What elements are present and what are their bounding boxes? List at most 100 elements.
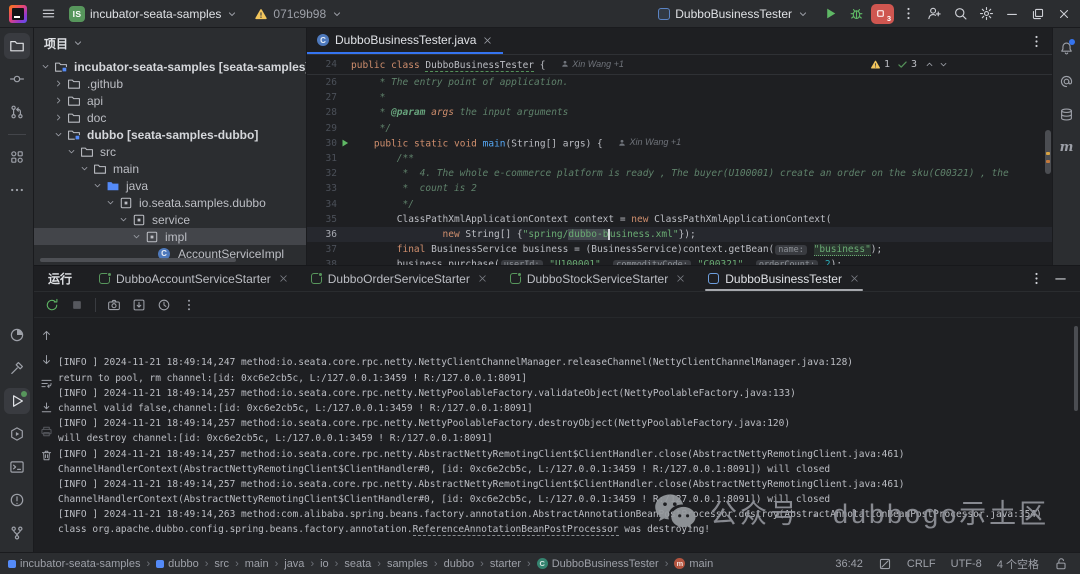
tree-item-dubbo-seata-samples-dubbo[interactable]: dubbo [seata-samples-dubbo] — [34, 126, 306, 143]
warning-mark[interactable] — [1046, 152, 1050, 155]
author-hint[interactable]: Xin Wang +1 — [551, 59, 624, 69]
line-separator[interactable]: CRLF — [907, 558, 936, 570]
run-tab-dubbostockservicestarter[interactable]: DubboStockServiceStarter — [499, 266, 697, 291]
tree-item-impl[interactable]: impl — [34, 228, 306, 245]
scroll-to-end-icon[interactable] — [37, 398, 55, 416]
running-processes-button[interactable]: 3 — [870, 2, 894, 26]
highlight-level-icon[interactable] — [878, 557, 892, 571]
ai-assistant-icon[interactable] — [1055, 69, 1079, 93]
debug-button[interactable] — [844, 2, 868, 26]
close-tab-icon[interactable] — [477, 273, 488, 284]
code-line-37[interactable]: 37 final BusinessService business = (Bus… — [307, 242, 1052, 257]
code-line-29[interactable]: 29 */ — [307, 121, 1052, 136]
run-button[interactable] — [818, 2, 842, 26]
run-tab-dubboorderservicestarter[interactable]: DubboOrderServiceStarter — [300, 266, 499, 291]
chevron-right-icon[interactable] — [53, 112, 67, 123]
next-occurrence-icon[interactable] — [37, 350, 55, 368]
chevron-down-icon[interactable] — [79, 163, 93, 174]
breadcrumb-main[interactable]: main — [245, 558, 269, 570]
run-panel-title[interactable]: 运行 — [48, 270, 72, 287]
search-icon[interactable] — [948, 2, 972, 26]
chevron-right-icon[interactable] — [53, 95, 67, 106]
breadcrumb-dubbo[interactable]: dubbo — [156, 558, 199, 570]
services-icon[interactable] — [4, 421, 30, 447]
print-icon[interactable] — [37, 422, 55, 440]
close-tab-icon[interactable] — [849, 273, 860, 284]
history-icon[interactable] — [153, 294, 175, 316]
modules-icon[interactable] — [4, 144, 30, 170]
caret-position[interactable]: 36:42 — [835, 558, 863, 570]
run-icon[interactable] — [4, 388, 30, 414]
close-button[interactable] — [1052, 2, 1076, 26]
problems-icon[interactable] — [4, 487, 30, 513]
inspections-widget[interactable]: 1 3 — [864, 55, 955, 74]
app-logo-icon[interactable] — [9, 5, 27, 23]
breadcrumb-starter[interactable]: starter — [490, 558, 521, 570]
tree-item-java[interactable]: java — [34, 177, 306, 194]
chevron-down-icon[interactable] — [118, 214, 132, 225]
settings-icon[interactable] — [974, 2, 998, 26]
code-line-33[interactable]: 33 * count is 2 — [307, 181, 1052, 196]
minimize-button[interactable] — [1000, 2, 1024, 26]
code-area[interactable]: 26 * The entry point of application.27 *… — [307, 75, 1052, 265]
profiler-icon[interactable] — [4, 322, 30, 348]
chevron-down-icon[interactable] — [131, 231, 145, 242]
chevron-down-icon[interactable] — [105, 197, 119, 208]
editor-options-icon[interactable] — [1024, 29, 1048, 53]
code-line-31[interactable]: 31 /** — [307, 151, 1052, 166]
code-line-26[interactable]: 26 * The entry point of application. — [307, 75, 1052, 90]
hide-panel-icon[interactable] — [1048, 267, 1072, 291]
indent-style[interactable]: 4 个空格 — [997, 556, 1039, 572]
tree-item-api[interactable]: api — [34, 92, 306, 109]
tree-item-main[interactable]: main — [34, 160, 306, 177]
breadcrumb-dubbo[interactable]: dubbo — [444, 558, 475, 570]
code-line-36[interactable]: 36 new String[] {"spring/dubbo-business.… — [307, 227, 1052, 242]
breadcrumb-dubbobusinesstester[interactable]: CDubboBusinessTester — [537, 558, 659, 570]
run-tab-dubbobusinesstester[interactable]: DubboBusinessTester — [697, 266, 871, 291]
main-menu-icon[interactable] — [36, 2, 60, 26]
breadcrumb-incubator-seata-samples[interactable]: incubator-seata-samples — [8, 558, 140, 570]
terminal-icon[interactable] — [4, 454, 30, 480]
attach-icon[interactable] — [128, 294, 150, 316]
project-widget[interactable]: IS incubator-seata-samples — [62, 2, 245, 26]
project-icon[interactable] — [4, 33, 30, 59]
chevron-down-icon[interactable] — [72, 37, 84, 49]
more-actions-icon[interactable] — [896, 2, 920, 26]
clear-all-icon[interactable] — [37, 446, 55, 464]
run-tab-dubboaccountservicestarter[interactable]: DubboAccountServiceStarter — [88, 266, 300, 291]
run-gutter-icon[interactable] — [340, 138, 350, 148]
tree-item-src[interactable]: src — [34, 143, 306, 160]
run-panel-options-icon[interactable] — [1024, 267, 1048, 291]
parameter-hint[interactable]: name: — [775, 245, 807, 255]
pull-requests-icon[interactable] — [4, 99, 30, 125]
commit-icon[interactable] — [4, 66, 30, 92]
code-line-32[interactable]: 32 * 4. The whole e-commerce platform is… — [307, 166, 1052, 181]
breadcrumb-seata[interactable]: seata — [344, 558, 371, 570]
editor-tab[interactable]: C DubboBusinessTester.java — [307, 28, 503, 54]
rerun-icon[interactable] — [41, 294, 63, 316]
sticky-code-line[interactable]: 24 public class DubboBusinessTester { Xi… — [307, 55, 1052, 75]
horizontal-scrollbar[interactable] — [40, 258, 236, 262]
console-scrollbar[interactable] — [1074, 326, 1078, 411]
editor-scrollbar[interactable] — [1044, 78, 1051, 265]
code-with-me-icon[interactable] — [922, 2, 946, 26]
more-tool-windows-icon[interactable] — [4, 177, 30, 203]
breadcrumb-java[interactable]: java — [284, 558, 304, 570]
version-control-icon[interactable] — [4, 520, 30, 546]
next-problem-icon[interactable] — [938, 59, 949, 70]
notifications-icon[interactable] — [1055, 36, 1079, 60]
prev-occurrence-icon[interactable] — [37, 326, 55, 344]
chevron-down-icon[interactable] — [53, 129, 67, 140]
more-options-icon[interactable] — [178, 294, 200, 316]
vcs-widget[interactable]: 071c9b98 — [247, 2, 350, 26]
breadcrumb-src[interactable]: src — [214, 558, 229, 570]
code-line-35[interactable]: 35 ClassPathXmlApplicationContext contex… — [307, 212, 1052, 227]
close-tab-icon[interactable] — [675, 273, 686, 284]
error-stripe-mark[interactable] — [1046, 160, 1050, 163]
chevron-down-icon[interactable] — [66, 146, 80, 157]
code-line-30[interactable]: 30 public static void main(String[] args… — [307, 136, 1052, 151]
soft-wrap-icon[interactable] — [37, 374, 55, 392]
breadcrumb-samples[interactable]: samples — [387, 558, 428, 570]
stop-icon[interactable] — [66, 294, 88, 316]
code-line-27[interactable]: 27 * — [307, 90, 1052, 105]
